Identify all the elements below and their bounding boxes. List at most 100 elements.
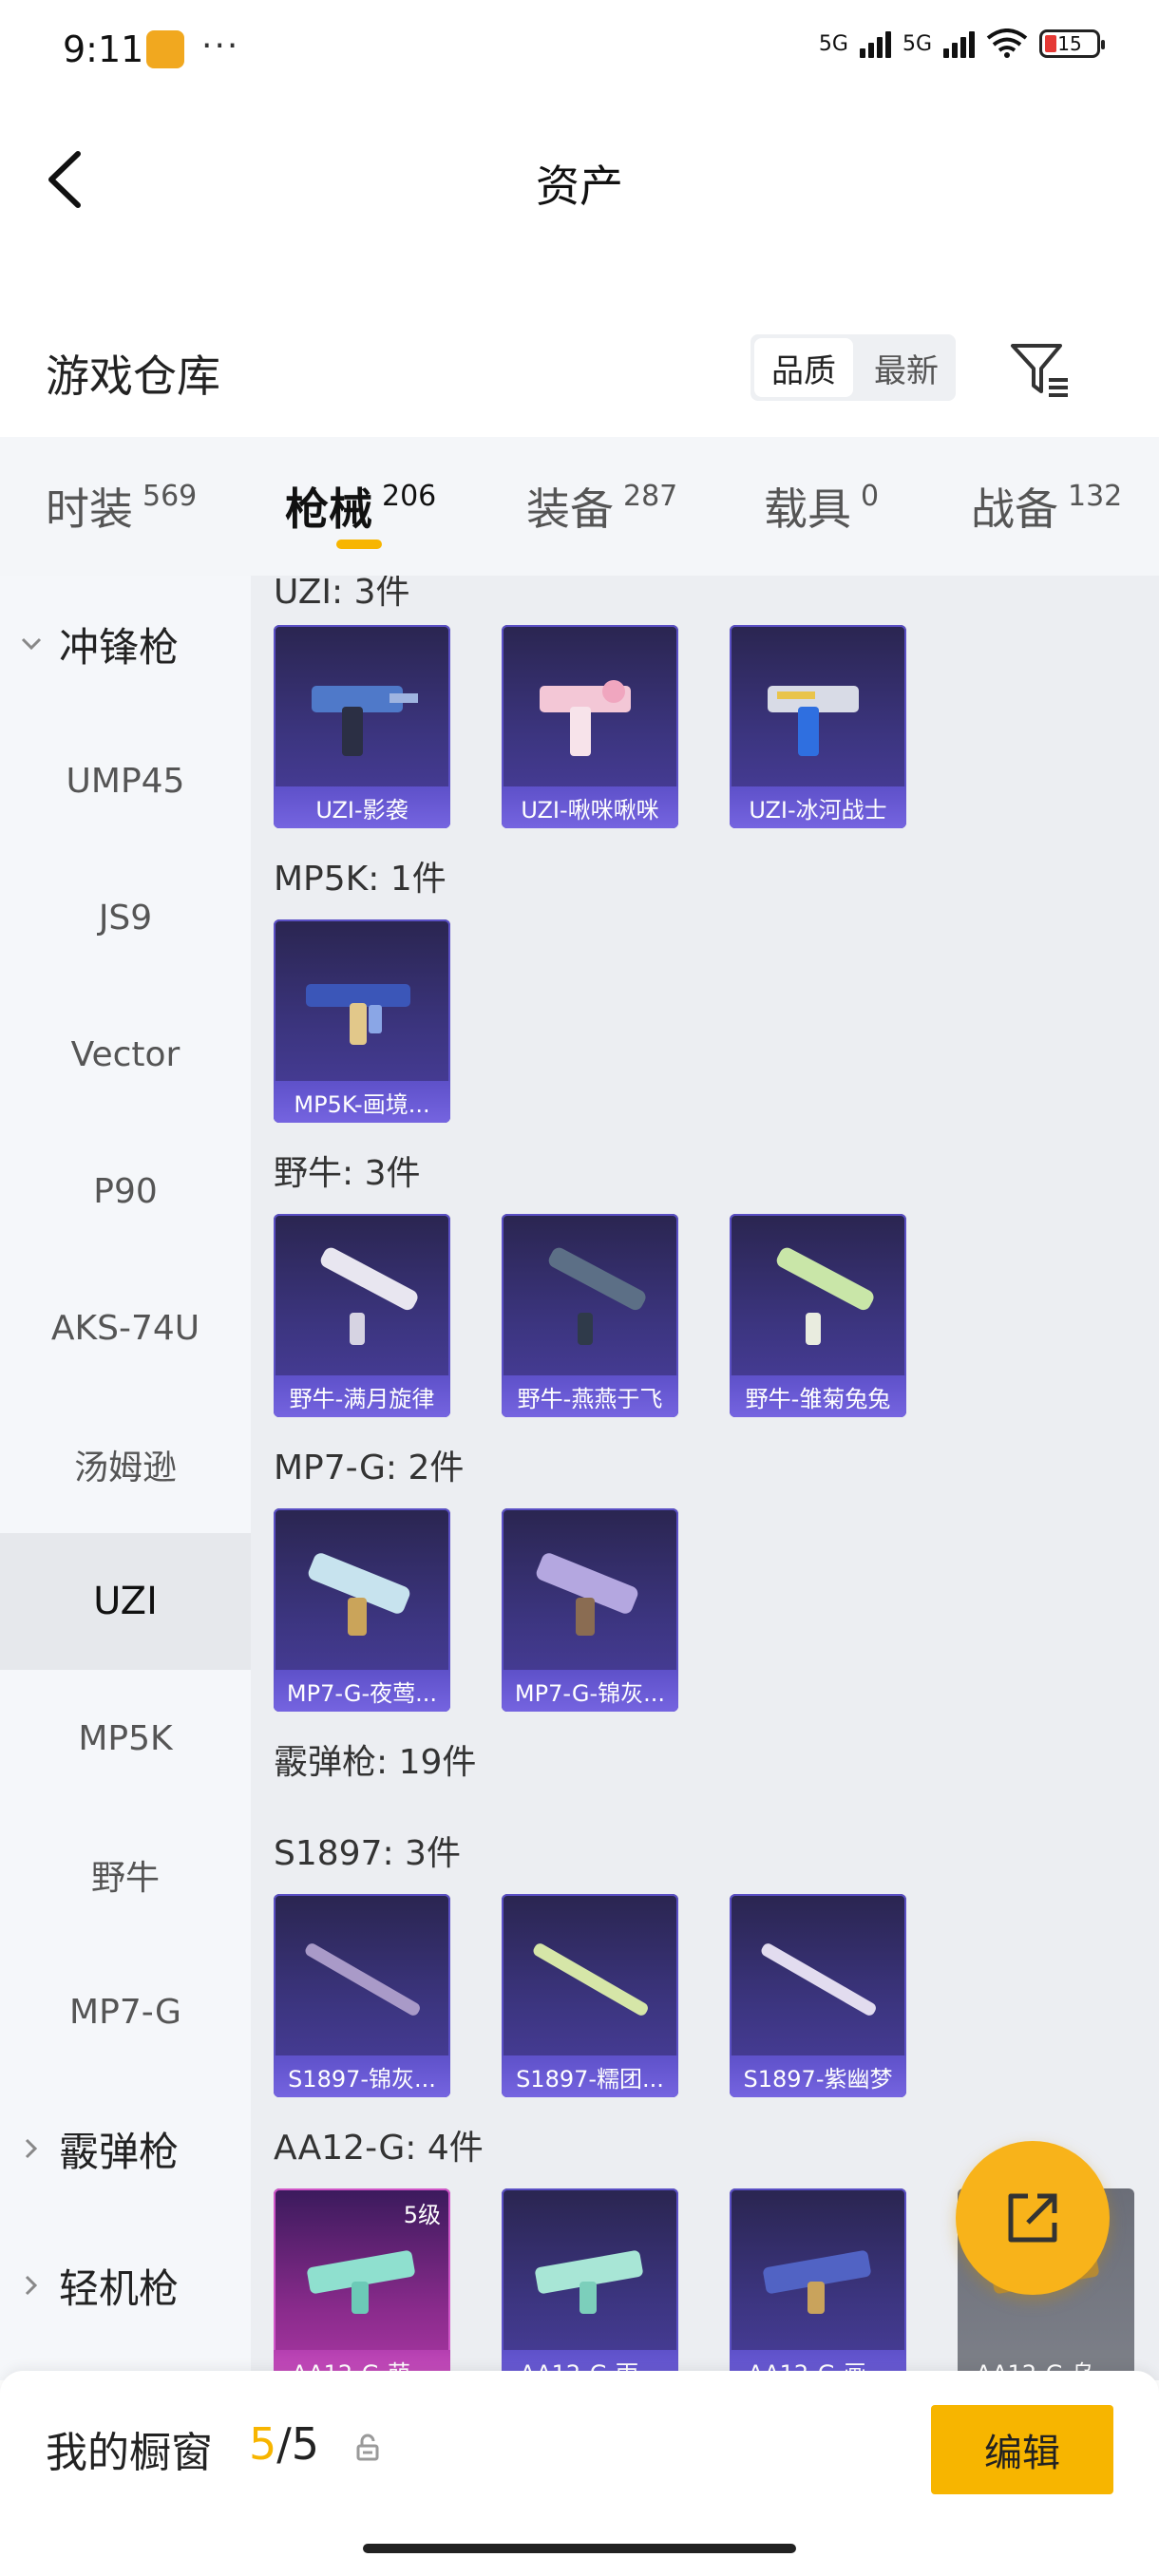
- tab-label: 装备: [526, 483, 614, 535]
- category-tabs: 时装 569 枪械 206 装备 287 载具 0 战备 132: [0, 437, 1159, 576]
- warehouse-header: 游戏仓库 品质 最新: [0, 313, 1159, 427]
- sort-toggle: 品质 最新: [750, 334, 956, 401]
- section-heading-bizon: 野牛: 3件: [274, 1154, 421, 1193]
- section-heading-shotgun: 霰弹枪: 19件: [274, 1743, 477, 1782]
- edit-button[interactable]: 编辑: [931, 2405, 1113, 2494]
- page-header: 资产: [0, 104, 1159, 247]
- share-floating-button[interactable]: [956, 2141, 1110, 2295]
- section-heading-mp5k: MP5K: 1件: [274, 860, 446, 899]
- gun-image-icon: [308, 1553, 410, 1636]
- sidebar-item-js9[interactable]: JS9: [0, 849, 251, 986]
- skin-card[interactable]: S1897-锦灰...: [274, 1894, 450, 2097]
- gun-image-icon: [768, 686, 859, 756]
- tab-count: 206: [382, 479, 437, 513]
- sort-quality-button[interactable]: 品质: [754, 338, 853, 397]
- skin-card[interactable]: 野牛-雏菊兔兔: [730, 1214, 906, 1417]
- skin-card[interactable]: 5级 AA12-G-萌...: [274, 2188, 450, 2380]
- skin-card-label: 野牛-满月旋律: [274, 1375, 450, 1417]
- tab-guns[interactable]: 枪械 206: [285, 437, 436, 576]
- weapon-sidebar: 冲锋枪 UMP45 JS9 Vector P90 AKS-74U 汤姆逊 UZI…: [0, 576, 251, 2380]
- wifi-icon: [986, 28, 1028, 58]
- filter-icon[interactable]: [1007, 336, 1074, 403]
- skin-card-label: 野牛-燕燕于飞: [502, 1375, 678, 1417]
- status-more: ···: [201, 27, 240, 66]
- sidebar-item-aks74u[interactable]: AKS-74U: [0, 1260, 251, 1396]
- signal-icon-2: [943, 29, 975, 58]
- sidebar-category-label: 霰弹枪: [59, 2128, 180, 2175]
- gun-image-icon: [320, 1247, 418, 1345]
- tab-label: 枪械: [285, 483, 372, 535]
- section-title: 游戏仓库: [46, 350, 220, 402]
- home-indicator[interactable]: [363, 2544, 796, 2553]
- skin-card[interactable]: MP7-G-夜莺...: [274, 1508, 450, 1712]
- sidebar-item-uzi[interactable]: UZI: [0, 1533, 251, 1670]
- skin-card[interactable]: UZI-啾咪啾咪: [502, 625, 678, 828]
- sort-newest-button[interactable]: 最新: [857, 334, 956, 401]
- gun-image-icon: [536, 1553, 638, 1636]
- sidebar-item-bizon[interactable]: 野牛: [0, 1807, 251, 1943]
- weapon-grid: UZI: 3件 UZI-影袭 UZI-啾咪啾咪 UZI-冰河战士 MP5K: 1…: [251, 576, 1159, 2380]
- skin-card[interactable]: AA12-G-雨...: [502, 2188, 678, 2380]
- skin-card[interactable]: MP5K-画境...: [274, 919, 450, 1123]
- skin-card[interactable]: AA12-G-画...: [730, 2188, 906, 2380]
- tab-vehicles[interactable]: 载具 0: [764, 437, 879, 576]
- chevron-down-icon: [17, 630, 46, 658]
- sidebar-item-p90[interactable]: P90: [0, 1123, 251, 1260]
- status-bar: 9:11 ··· 5G 5G 15: [0, 0, 1159, 104]
- skin-card-label: MP5K-画境...: [274, 1081, 450, 1123]
- skin-card-label: 野牛-雏菊兔兔: [730, 1375, 906, 1417]
- skin-card[interactable]: 野牛-满月旋律: [274, 1214, 450, 1417]
- chevron-right-icon: [17, 2134, 46, 2163]
- network-label-2: 5G: [902, 31, 932, 56]
- app-notification-icon: [146, 30, 184, 68]
- gun-image-icon: [776, 1247, 874, 1345]
- sidebar-category-label: 轻机枪: [59, 2264, 180, 2312]
- skin-card-label: S1897-锦灰...: [274, 2055, 450, 2097]
- gun-image-icon: [305, 1943, 420, 2016]
- sidebar-item-vector[interactable]: Vector: [0, 986, 251, 1123]
- section-heading-s1897: S1897: 3件: [274, 1834, 461, 1873]
- skin-card-label: S1897-紫幽梦: [730, 2055, 906, 2097]
- skin-card[interactable]: UZI-影袭: [274, 625, 450, 828]
- gun-image-icon: [306, 984, 410, 1045]
- skin-card-label: S1897-糯团...: [502, 2055, 678, 2097]
- gun-image-icon: [761, 1943, 876, 2016]
- gun-image-icon: [535, 2250, 643, 2314]
- tab-count: 287: [623, 479, 678, 513]
- gun-image-icon: [307, 2250, 415, 2314]
- tab-count: 132: [1068, 479, 1123, 513]
- skin-card-label: UZI-影袭: [274, 786, 450, 828]
- tab-supplies[interactable]: 战备 132: [971, 437, 1122, 576]
- sidebar-category-lmg[interactable]: 轻机枪: [0, 2217, 251, 2354]
- battery-level: 15: [1057, 32, 1082, 55]
- tab-label: 载具: [764, 483, 851, 535]
- skin-card[interactable]: MP7-G-锦灰...: [502, 1508, 678, 1712]
- lock-icon: [356, 2434, 379, 2461]
- status-time: 9:11: [63, 28, 144, 70]
- sidebar-item-thompson[interactable]: 汤姆逊: [0, 1396, 251, 1533]
- skin-card-label: UZI-啾咪啾咪: [502, 786, 678, 828]
- sidebar-item-mp7g[interactable]: MP7-G: [0, 1943, 251, 2080]
- showcase-current: 5: [249, 2418, 277, 2470]
- showcase-total: 5: [291, 2418, 320, 2470]
- skin-card-label: UZI-冰河战士: [730, 786, 906, 828]
- tab-fashion[interactable]: 时装 569: [46, 437, 197, 576]
- skin-card[interactable]: UZI-冰河战士: [730, 625, 906, 828]
- skin-card[interactable]: 野牛-燕燕于飞: [502, 1214, 678, 1417]
- sidebar-category-smg[interactable]: 冲锋枪: [0, 576, 251, 712]
- network-label-1: 5G: [818, 31, 848, 56]
- active-tab-indicator: [336, 540, 382, 549]
- tab-equipment[interactable]: 装备 287: [526, 437, 677, 576]
- sidebar-item-ump45[interactable]: UMP45: [0, 712, 251, 849]
- gun-image-icon: [763, 2250, 871, 2314]
- skin-card-label: MP7-G-锦灰...: [502, 1670, 678, 1712]
- skin-card[interactable]: S1897-紫幽梦: [730, 1894, 906, 2097]
- section-heading-mp7g: MP7-G: 2件: [274, 1449, 465, 1487]
- sidebar-category-shotgun[interactable]: 霰弹枪: [0, 2080, 251, 2217]
- sidebar-item-mp5k[interactable]: MP5K: [0, 1670, 251, 1807]
- share-external-icon: [1008, 2193, 1057, 2243]
- sidebar-category-label: 冲锋枪: [59, 623, 180, 671]
- showcase-count: 5/5: [249, 2418, 319, 2470]
- tab-count: 569: [142, 479, 198, 513]
- skin-card[interactable]: S1897-糯团...: [502, 1894, 678, 2097]
